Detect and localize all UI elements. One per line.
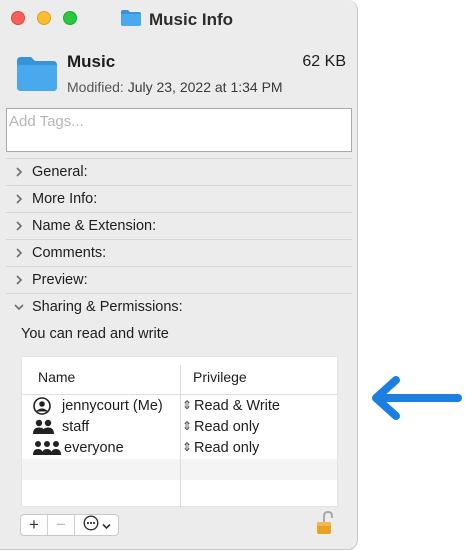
column-header-privilege[interactable]: Privilege [193,369,247,385]
row-name: staff [62,419,90,435]
minimize-button[interactable] [37,11,51,25]
chevron-right-icon[interactable] [10,194,28,204]
window-title: Music Info [120,9,233,31]
permissions-toolbar: + − [20,514,119,536]
section-label: Comments: [32,245,107,261]
permission-description: You can read and write [21,326,169,342]
stepper-arrows-icon[interactable]: ⇕ [182,419,192,433]
permissions-table: Name Privilege jennycourt (Me) ⇕ Read & … [21,356,338,508]
zoom-button[interactable] [63,11,77,25]
modified-value: July 23, 2022 at 1:34 PM [127,79,283,95]
file-summary: Music 62 KB Modified: July 23, 2022 at 1… [0,44,358,104]
section-label: Sharing & Permissions: [32,299,183,315]
folder-icon [120,9,142,32]
stepper-arrows-icon[interactable]: ⇕ [182,440,192,454]
folder-icon [16,56,58,97]
modified-date: Modified: July 23, 2022 at 1:34 PM [67,79,283,95]
close-button[interactable] [11,11,25,25]
section-general[interactable]: General: [6,158,352,185]
section-sharing-permissions[interactable]: Sharing & Permissions: [6,293,352,320]
get-info-window: Music Info Music 62 KB Modified: July 23… [0,0,358,550]
ellipsis-circle-icon [82,514,99,536]
file-size: 62 KB [302,53,346,70]
section-label: More Info: [32,191,98,207]
window-title-text: Music Info [149,10,234,29]
privilege-popup[interactable]: Read only [194,419,259,435]
tags-field[interactable] [6,108,353,152]
tags-input[interactable] [9,111,353,131]
section-name-extension[interactable]: Name & Extension: [6,212,352,239]
file-name: Music [67,52,116,71]
chevron-right-icon[interactable] [10,248,28,258]
privilege-popup[interactable]: Read only [194,440,259,456]
lock-icon[interactable] [315,510,335,541]
chevron-right-icon[interactable] [10,275,28,285]
title-bar[interactable]: Music Info [0,0,358,40]
privilege-popup[interactable]: Read & Write [194,398,280,414]
row-name: jennycourt (Me) [62,398,163,414]
stepper-arrows-icon[interactable]: ⇕ [182,398,192,412]
section-preview[interactable]: Preview: [6,266,352,293]
chevron-right-icon[interactable] [10,167,28,177]
section-more-info[interactable]: More Info: [6,185,352,212]
modified-label: Modified: [67,79,124,95]
chevron-right-icon[interactable] [10,221,28,231]
column-header-name[interactable]: Name [38,369,75,385]
chevron-down-icon[interactable] [10,303,28,311]
remove-button[interactable]: − [48,515,75,535]
section-label: Preview: [32,272,88,288]
row-name: everyone [64,440,124,456]
section-label: General: [32,164,88,180]
chevron-down-icon [101,515,111,535]
section-comments[interactable]: Comments: [6,239,352,266]
section-label: Name & Extension: [32,218,157,234]
arrow-left-icon [368,374,462,427]
add-button[interactable]: + [21,515,48,535]
column-divider[interactable] [180,365,181,508]
action-menu-button[interactable] [75,514,118,536]
